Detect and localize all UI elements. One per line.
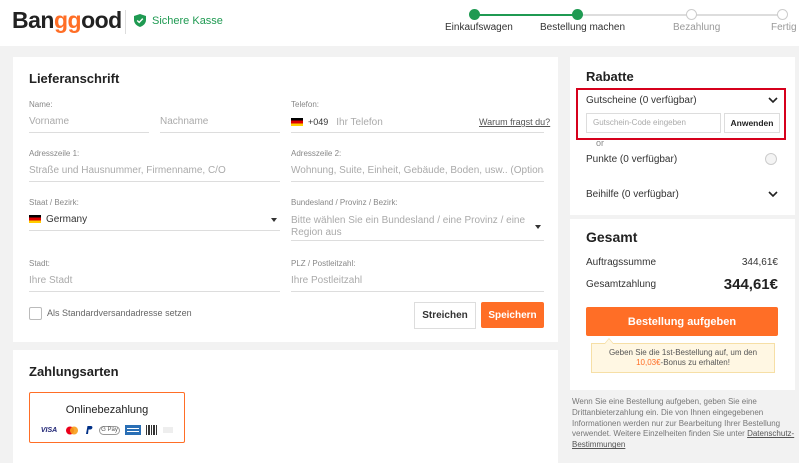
progress-line-todo <box>578 14 783 16</box>
step-label-order: Bestellung machen <box>540 22 626 33</box>
progress-line-done <box>475 14 578 16</box>
step-dot-order <box>572 9 583 20</box>
chevron-down-icon[interactable] <box>768 191 778 198</box>
last-name-input[interactable]: Nachname <box>160 111 280 133</box>
header: Banggood Sichere Kasse Einkaufswagen Bes… <box>0 0 799 46</box>
coupons-label[interactable]: Gutscheine (0 verfügbar) <box>586 95 697 106</box>
paypal-icon <box>86 426 93 434</box>
city-input[interactable]: Ihre Stadt <box>29 270 280 292</box>
phone-placeholder: Ihr Telefon <box>336 117 383 128</box>
save-button[interactable]: Speichern <box>481 302 544 328</box>
grand-total-value: 344,61€ <box>723 276 778 293</box>
step-dot-cart <box>469 9 480 20</box>
germany-flag-icon <box>29 215 41 224</box>
chevron-down-icon[interactable] <box>768 97 778 104</box>
zip-input[interactable]: Ihre Postleitzahl <box>291 270 544 292</box>
germany-flag-icon <box>291 118 303 127</box>
phone-label: Telefon: <box>291 100 320 109</box>
subtotal-label: Auftragssumme <box>586 257 657 268</box>
online-payment-label: Onlinebezahlung <box>65 404 149 416</box>
address-line2-label: Adresszeile 2: <box>291 149 342 158</box>
allowance-label[interactable]: Beihilfe (0 verfügbar) <box>586 189 679 200</box>
cancel-button[interactable]: Streichen <box>414 302 476 329</box>
apply-coupon-button[interactable]: Anwenden <box>724 113 780 133</box>
place-order-button[interactable]: Bestellung aufgeben <box>586 307 778 336</box>
country-label: Staat / Bezirk: <box>29 198 79 207</box>
country-select[interactable]: Germany <box>29 209 280 231</box>
subtotal-value: 344,61€ <box>741 257 778 268</box>
more-icon <box>163 427 173 433</box>
phone-country-code[interactable]: +049 <box>308 117 328 127</box>
bonus-text-pre: Geben Sie die 1st-Bestellung auf, um den <box>608 348 758 357</box>
step-label-done: Fertig <box>771 22 797 33</box>
name-label: Name: <box>29 100 53 109</box>
points-radio[interactable] <box>765 153 777 165</box>
google-pay-icon: G Pay <box>99 425 120 435</box>
boleto-icon <box>146 425 157 435</box>
total-title: Gesamt <box>586 229 638 245</box>
shipping-address-title: Lieferanschrift <box>29 71 120 86</box>
why-ask-link[interactable]: Warum fragst du? <box>479 117 550 127</box>
online-payment-option[interactable]: Onlinebezahlung VISA G Pay <box>29 392 185 443</box>
bonus-amount: 10,03€ <box>636 358 661 367</box>
tooltip-arrow-inner <box>605 339 613 344</box>
payment-methods-card: Zahlungsarten Onlinebezahlung VISA G Pay <box>13 350 558 463</box>
discounts-title: Rabatte <box>586 69 634 84</box>
step-label-payment: Bezahlung <box>673 22 721 33</box>
mastercard-icon <box>66 426 78 434</box>
country-value: Germany <box>46 214 88 225</box>
address-line1-label: Adresszeile 1: <box>29 149 80 158</box>
shipping-address-card: Lieferanschrift Name: Vorname Nachname T… <box>13 57 558 342</box>
visa-icon: VISA <box>40 426 58 434</box>
first-order-bonus-tip: Geben Sie die 1st-Bestellung auf, um den… <box>591 343 775 373</box>
step-dot-done <box>777 9 788 20</box>
payment-icons: VISA G Pay <box>38 425 173 435</box>
state-placeholder-line2: Region aus <box>291 227 342 238</box>
address-line1-input[interactable]: Straße und Hausnummer, Firmenname, C/O <box>29 160 280 182</box>
city-label: Stadt: <box>29 259 50 268</box>
step-label-cart: Einkaufswagen <box>445 22 513 33</box>
bonus-text-post: -Bonus zu erhalten! <box>660 358 730 367</box>
zip-label: PLZ / Postleitzahl: <box>291 259 356 268</box>
points-label: Punkte (0 verfügbar) <box>586 154 678 165</box>
grand-total-label: Gesamtzahlung <box>586 279 657 290</box>
caret-down-icon <box>271 218 277 222</box>
state-label: Bundesland / Provinz / Bezirk: <box>291 198 398 207</box>
state-placeholder-line1: Bitte wählen Sie ein Bundesland / eine P… <box>291 215 526 226</box>
caret-down-icon <box>535 225 541 229</box>
coupon-code-input[interactable]: Gutschein-Code eingeben <box>586 113 721 133</box>
payment-methods-title: Zahlungsarten <box>29 364 119 379</box>
step-dot-payment <box>686 9 697 20</box>
bank-transfer-icon <box>125 425 141 435</box>
state-select[interactable]: Bitte wählen Sie ein Bundesland / eine P… <box>291 209 544 241</box>
first-name-input[interactable]: Vorname <box>29 111 149 133</box>
address-line2-input[interactable]: Wohnung, Suite, Einheit, Gebäude, Boden,… <box>291 160 544 182</box>
privacy-note: Wenn Sie eine Bestellung aufgeben, geben… <box>572 397 796 451</box>
default-address-label: Als Standardversandadresse setzen <box>47 308 192 318</box>
default-address-checkbox[interactable] <box>29 307 42 320</box>
checkout-progress: Einkaufswagen Bestellung machen Bezahlun… <box>0 0 799 46</box>
